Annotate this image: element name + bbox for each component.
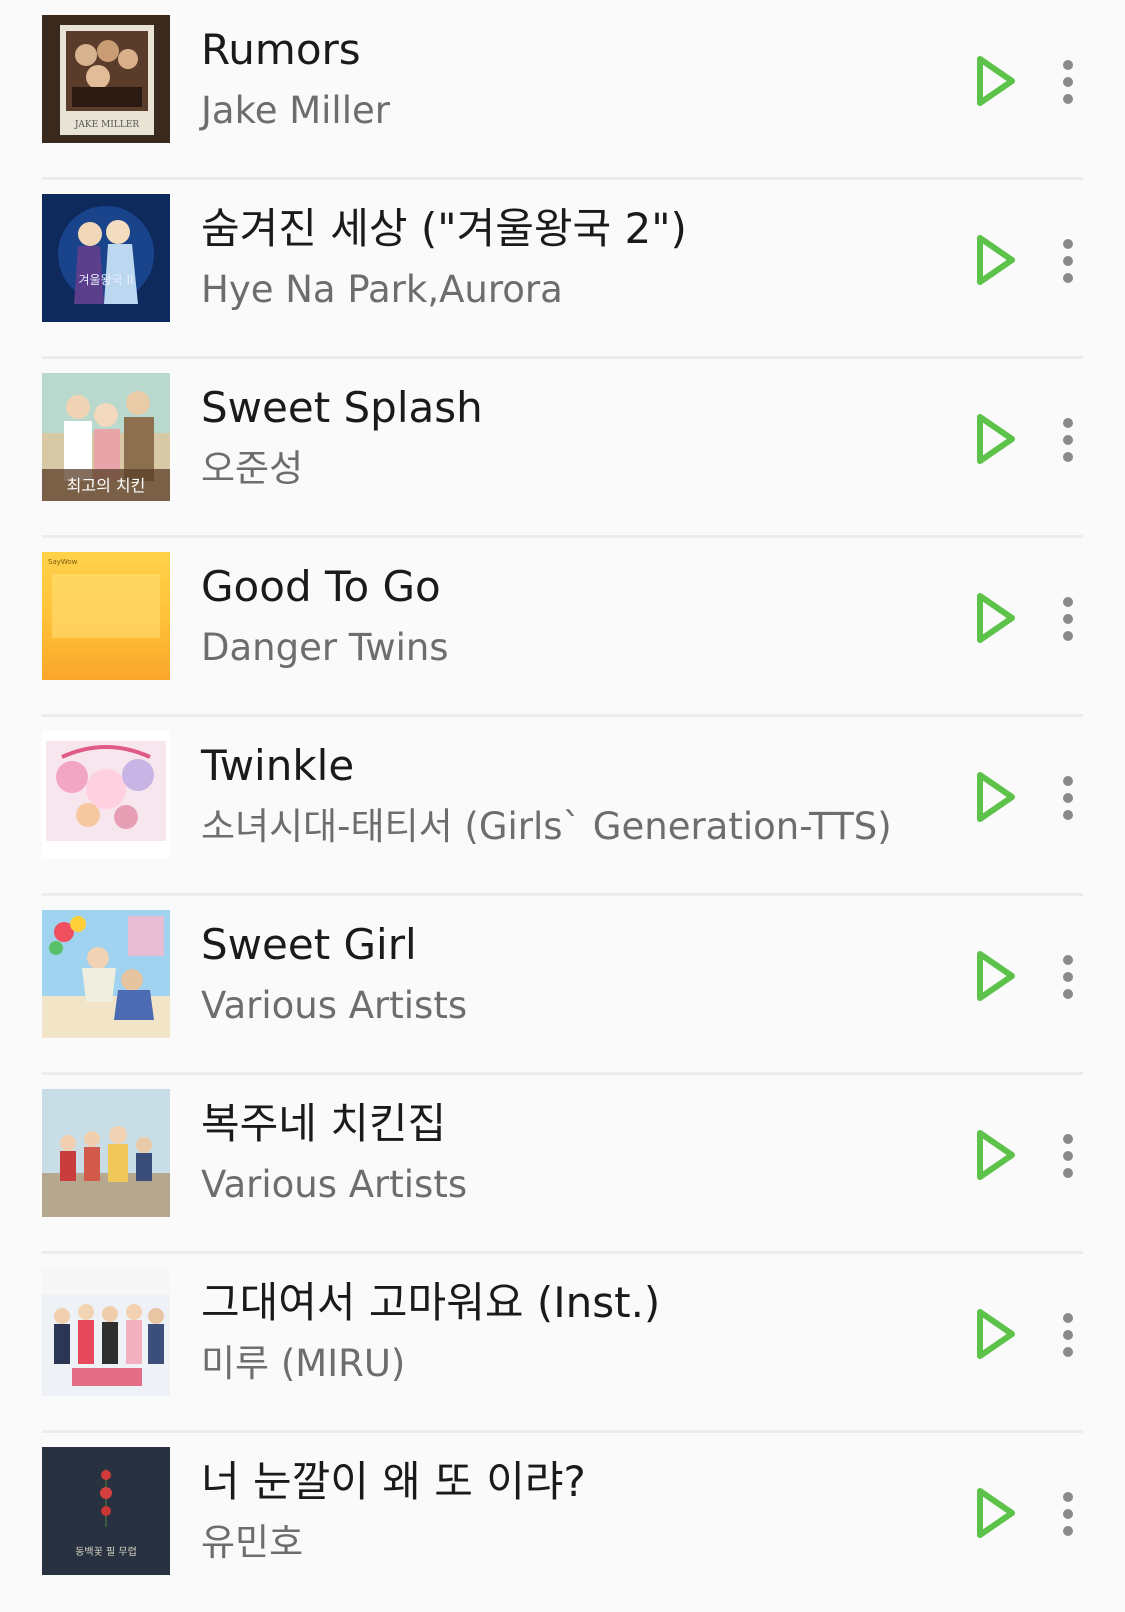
play-icon [977, 593, 1015, 643]
more-vertical-icon [1063, 955, 1073, 999]
song-artist: 유민호 [201, 1521, 304, 1564]
album-art-dark-flowers-image: 동백꽃 필 무렵 [42, 1447, 170, 1575]
album-art-frozen-2-image: 겨울왕국 II [42, 194, 170, 322]
more-vertical-icon [1063, 1134, 1073, 1178]
more-vertical-icon [1063, 239, 1073, 283]
album-art-bokju-chicken [42, 1089, 170, 1217]
album-art-good-to-go-image: SayWow [42, 552, 170, 680]
song-title: 숨겨진 세상 ("겨울왕국 2") [201, 204, 687, 253]
song-artist: 소녀시대-태티서 (Girls` Generation-TTS) [201, 805, 892, 848]
album-art-bokju-chicken-image [42, 1089, 170, 1217]
song-artist: Danger Twins [201, 626, 449, 669]
play-icon [977, 56, 1015, 106]
svg-text:동백꽃 필 무렵: 동백꽃 필 무렵 [75, 1545, 137, 1558]
album-art-thank-you [42, 1268, 170, 1396]
song-artist: Various Artists [201, 984, 468, 1027]
list-item[interactable]: Sweet Girl Various Artists [0, 895, 1125, 1075]
play-button[interactable] [972, 53, 1018, 109]
album-art-sweet-girl-image [42, 910, 170, 1038]
album-art-sweet-girl [42, 910, 170, 1038]
album-art-thank-you-image [42, 1268, 170, 1396]
album-art-rumors-image: JAKE MILLER [42, 15, 170, 143]
song-artist: 미루 (MIRU) [201, 1342, 406, 1385]
svg-text:JAKE MILLER: JAKE MILLER [74, 120, 140, 130]
svg-text:최고의 치킨: 최고의 치킨 [67, 476, 146, 495]
song-artist: Various Artists [201, 1163, 468, 1206]
more-options-button[interactable] [1054, 237, 1082, 285]
list-item[interactable]: 동백꽃 필 무렵 너 눈깔이 왜 또 이랴? 유민호 [0, 1432, 1125, 1612]
song-title: 너 눈깔이 왜 또 이랴? [201, 1457, 586, 1506]
more-vertical-icon [1063, 60, 1073, 104]
play-button[interactable] [972, 232, 1018, 288]
list-item[interactable]: 복주네 치킨집 Various Artists [0, 1074, 1125, 1254]
song-artist: Hye Na Park,Aurora [201, 268, 563, 311]
album-art-twinkle [42, 731, 170, 859]
more-vertical-icon [1063, 597, 1073, 641]
song-list: JAKE MILLER Rumors Jake Miller 겨울왕국 II 숨… [0, 0, 1125, 1575]
song-title: 그대여서 고마워요 (Inst.) [201, 1278, 661, 1327]
more-options-button[interactable] [1054, 595, 1082, 643]
more-options-button[interactable] [1054, 416, 1082, 464]
list-item[interactable]: SayWow Good To Go Danger Twins [0, 537, 1125, 717]
play-button[interactable] [972, 1127, 1018, 1183]
play-icon [977, 414, 1015, 464]
more-vertical-icon [1063, 776, 1073, 820]
list-item[interactable]: 그대여서 고마워요 (Inst.) 미루 (MIRU) [0, 1253, 1125, 1433]
play-icon [977, 1488, 1015, 1538]
more-options-button[interactable] [1054, 1490, 1082, 1538]
song-artist: Jake Miller [201, 89, 390, 132]
album-art-twinkle-image [42, 731, 170, 859]
album-art-sweet-splash-image: 최고의 치킨 [42, 373, 170, 501]
album-art-sweet-splash: 최고의 치킨 [42, 373, 170, 501]
play-button[interactable] [972, 769, 1018, 825]
svg-text:SayWow: SayWow [48, 558, 78, 566]
more-options-button[interactable] [1054, 1311, 1082, 1359]
song-artist: 오준성 [201, 447, 304, 490]
list-item[interactable]: 최고의 치킨 Sweet Splash 오준성 [0, 358, 1125, 538]
more-options-button[interactable] [1054, 58, 1082, 106]
song-title: Rumors [201, 25, 361, 74]
play-icon [977, 1130, 1015, 1180]
more-vertical-icon [1063, 1313, 1073, 1357]
play-button[interactable] [972, 590, 1018, 646]
svg-text:겨울왕국 II: 겨울왕국 II [78, 273, 133, 287]
album-art-frozen-2: 겨울왕국 II [42, 194, 170, 322]
play-icon [977, 772, 1015, 822]
song-title: Sweet Splash [201, 383, 483, 432]
list-item[interactable]: 겨울왕국 II 숨겨진 세상 ("겨울왕국 2") Hye Na Park,Au… [0, 179, 1125, 359]
album-art-dark-flowers: 동백꽃 필 무렵 [42, 1447, 170, 1575]
song-title: 복주네 치킨집 [201, 1099, 447, 1148]
song-title: Good To Go [201, 562, 441, 611]
song-title: Twinkle [201, 741, 355, 790]
list-item[interactable]: JAKE MILLER Rumors Jake Miller [0, 0, 1125, 180]
play-icon [977, 951, 1015, 1001]
more-options-button[interactable] [1054, 953, 1082, 1001]
list-item[interactable]: Twinkle 소녀시대-태티서 (Girls` Generation-TTS) [0, 716, 1125, 896]
album-art-rumors: JAKE MILLER [42, 15, 170, 143]
play-button[interactable] [972, 1485, 1018, 1541]
more-vertical-icon [1063, 1492, 1073, 1536]
more-options-button[interactable] [1054, 1132, 1082, 1180]
play-button[interactable] [972, 411, 1018, 467]
play-button[interactable] [972, 948, 1018, 1004]
play-icon [977, 1309, 1015, 1359]
song-title: Sweet Girl [201, 920, 417, 969]
album-art-good-to-go: SayWow [42, 552, 170, 680]
more-vertical-icon [1063, 418, 1073, 462]
more-options-button[interactable] [1054, 774, 1082, 822]
play-icon [977, 235, 1015, 285]
play-button[interactable] [972, 1306, 1018, 1362]
